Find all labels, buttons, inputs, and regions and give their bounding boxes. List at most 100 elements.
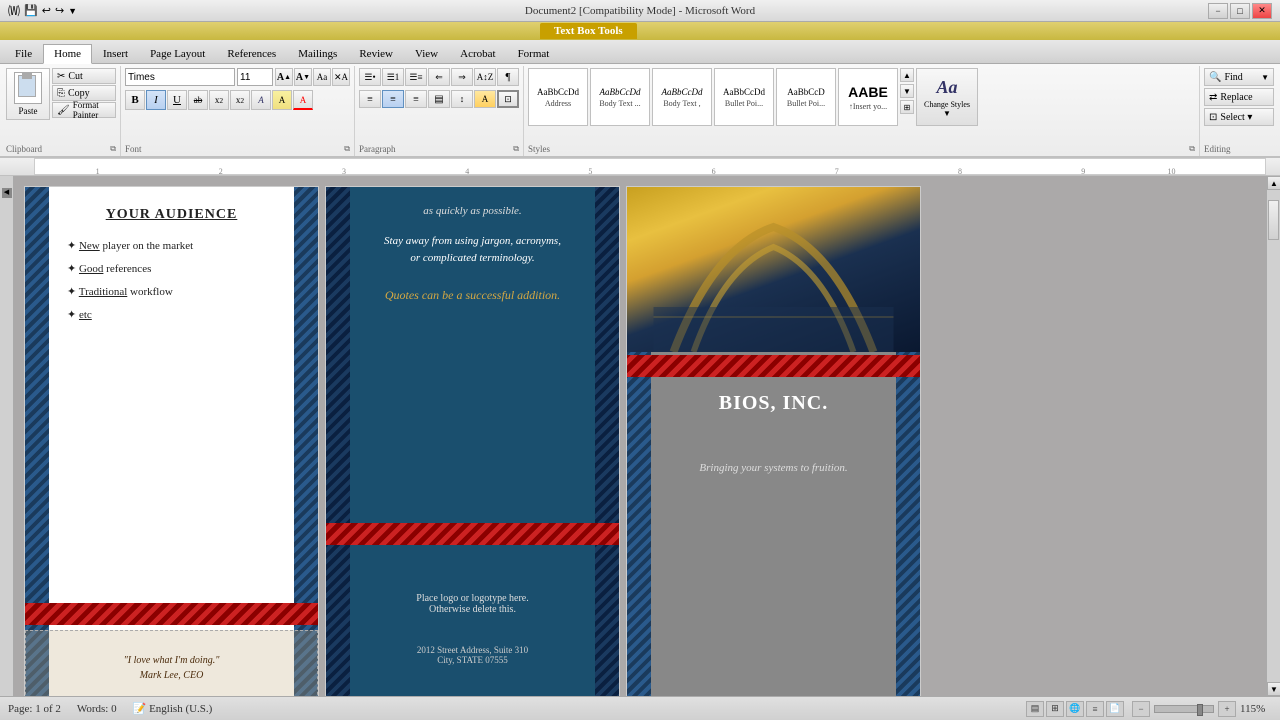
ribbon-group-clipboard: Paste ✂ Cut ⎘ Copy 🖌 Format: [2, 66, 121, 156]
tab-references[interactable]: References: [216, 44, 287, 63]
quick-access-undo[interactable]: ↩: [42, 4, 51, 17]
multilevel-button[interactable]: ☰≡: [405, 68, 427, 86]
align-center-button[interactable]: ≡: [382, 90, 404, 108]
font-grow-button[interactable]: A▲: [275, 68, 293, 86]
find-label: Find: [1224, 72, 1242, 83]
styles-expand-btn[interactable]: ⧉: [1189, 144, 1195, 154]
zoom-out-btn[interactable]: −: [1132, 701, 1150, 717]
style-bullet-2[interactable]: AaBbCcD Bullet Poi...: [776, 68, 836, 126]
close-btn[interactable]: ✕: [1252, 3, 1272, 19]
tab-acrobat[interactable]: Acrobat: [449, 44, 506, 63]
replace-icon: ⇄: [1209, 92, 1217, 103]
shading-button[interactable]: A: [474, 90, 496, 108]
replace-button[interactable]: ⇄ Replace: [1204, 88, 1274, 106]
bold-button[interactable]: B: [125, 90, 145, 110]
style-bullet-1[interactable]: AaBbCcDd Bullet Poi...: [714, 68, 774, 126]
styles-scroll-down[interactable]: ▼: [900, 84, 914, 98]
font-shrink-button[interactable]: A▼: [294, 68, 312, 86]
case-button[interactable]: Aa: [313, 68, 331, 86]
italic-button[interactable]: I: [146, 90, 166, 110]
scroll-up-button[interactable]: ▲: [1267, 176, 1280, 190]
style-body-text-1[interactable]: AaBbCcDd Body Text ...: [590, 68, 650, 126]
quick-access-save[interactable]: 💾: [24, 4, 38, 17]
scroll-track[interactable]: [1267, 190, 1280, 682]
styles-expand[interactable]: ⊞: [900, 100, 914, 114]
tab-mailings[interactable]: Mailings: [287, 44, 348, 63]
decrease-indent-button[interactable]: ⇐: [428, 68, 450, 86]
quick-access-more[interactable]: ▼: [68, 6, 77, 16]
scroll-thumb[interactable]: [1268, 200, 1279, 240]
find-button[interactable]: 🔍 Find ▼: [1204, 68, 1274, 86]
clipboard-expand[interactable]: ⧉: [110, 144, 116, 154]
cut-label: Cut: [68, 71, 82, 82]
font-color-button[interactable]: A: [293, 90, 313, 110]
quick-access-redo[interactable]: ↪: [55, 4, 64, 17]
styles-scroll-up[interactable]: ▲: [900, 68, 914, 82]
justify-button[interactable]: ▤: [428, 90, 450, 108]
tab-file[interactable]: File: [4, 44, 43, 63]
paste-icon: [14, 72, 42, 104]
numbering-button[interactable]: ☰1: [382, 68, 404, 86]
change-styles-label: Change Styles: [924, 100, 970, 109]
tab-view[interactable]: View: [404, 44, 449, 63]
document-area[interactable]: YOUR AUDIENCE ✦ New player on the market…: [14, 176, 1266, 696]
align-left-button[interactable]: ≡: [359, 90, 381, 108]
scroll-down-button[interactable]: ▼: [1267, 682, 1280, 696]
show-hide-button[interactable]: ¶: [497, 68, 519, 86]
tab-home[interactable]: Home: [43, 44, 92, 64]
copy-label: Copy: [68, 88, 90, 99]
style-insert[interactable]: AABE ↑Insert yo...: [838, 68, 898, 126]
increase-indent-button[interactable]: ⇒: [451, 68, 473, 86]
zoom-level[interactable]: 115%: [1240, 703, 1272, 715]
building-svg: [627, 187, 920, 352]
cut-button[interactable]: ✂ Cut: [52, 68, 116, 84]
borders-button[interactable]: ⊡: [497, 90, 519, 108]
format-painter-button[interactable]: 🖌 Format Painter: [52, 102, 116, 118]
zoom-in-btn[interactable]: +: [1218, 701, 1236, 717]
tab-format[interactable]: Format: [507, 44, 561, 63]
copy-button[interactable]: ⎘ Copy: [52, 85, 116, 101]
zoom-slider[interactable]: [1154, 705, 1214, 713]
line-spacing-button[interactable]: ↕: [451, 90, 473, 108]
style-body-text-2[interactable]: AaBbCcDd Body Text ,: [652, 68, 712, 126]
maximize-btn[interactable]: □: [1230, 3, 1250, 19]
style-insert-preview: AABE: [848, 84, 888, 100]
paragraph-expand[interactable]: ⧉: [513, 144, 519, 154]
replace-label: Replace: [1220, 92, 1252, 103]
view-outline-btn[interactable]: ≡: [1086, 701, 1104, 717]
view-web-btn[interactable]: 🌐: [1066, 701, 1084, 717]
view-normal-btn[interactable]: ▤: [1026, 701, 1044, 717]
text-highlight-button[interactable]: A: [272, 90, 292, 110]
style-address[interactable]: AaBbCcDd Address: [528, 68, 588, 126]
style-address-preview: AaBbCcDd: [537, 87, 579, 97]
select-button[interactable]: ⊡ Select ▾: [1204, 108, 1274, 126]
view-layout-btn[interactable]: ⊞: [1046, 701, 1064, 717]
subscript-button[interactable]: x2: [209, 90, 229, 110]
minimize-btn[interactable]: −: [1208, 3, 1228, 19]
clear-format-button[interactable]: ✕A: [332, 68, 350, 86]
sort-button[interactable]: A↕Z: [474, 68, 496, 86]
text-effects-button[interactable]: A: [251, 90, 271, 110]
align-right-button[interactable]: ≡: [405, 90, 427, 108]
superscript-button[interactable]: x2: [230, 90, 250, 110]
panel2-logo-placeholder: Place logo or logotype here.Otherwise de…: [416, 593, 528, 615]
panel2-quote: Quotes can be a successful addition.: [385, 288, 560, 303]
font-family-selector[interactable]: [125, 68, 235, 86]
view-draft-btn[interactable]: 📄: [1106, 701, 1124, 717]
tab-review[interactable]: Review: [348, 44, 404, 63]
paragraph-group-label: Paragraph: [359, 142, 395, 156]
panel2-address: 2012 Street Address, Suite 310 City, STA…: [417, 645, 528, 665]
change-styles-icon: Aa: [936, 77, 957, 98]
styles-group-label: Styles: [528, 142, 550, 156]
paste-button[interactable]: Paste: [6, 68, 50, 120]
underline-button[interactable]: U: [167, 90, 187, 110]
zoom-thumb[interactable]: [1197, 704, 1203, 716]
tab-page-layout[interactable]: Page Layout: [139, 44, 216, 63]
bullets-button[interactable]: ☰•: [359, 68, 381, 86]
tab-insert[interactable]: Insert: [92, 44, 139, 63]
change-styles-button[interactable]: Aa Change Styles ▼: [916, 68, 978, 126]
font-expand[interactable]: ⧉: [344, 144, 350, 154]
strikethrough-button[interactable]: ab: [188, 90, 208, 110]
brochure-panel-1: YOUR AUDIENCE ✦ New player on the market…: [24, 186, 319, 696]
font-size-selector[interactable]: [237, 68, 273, 86]
